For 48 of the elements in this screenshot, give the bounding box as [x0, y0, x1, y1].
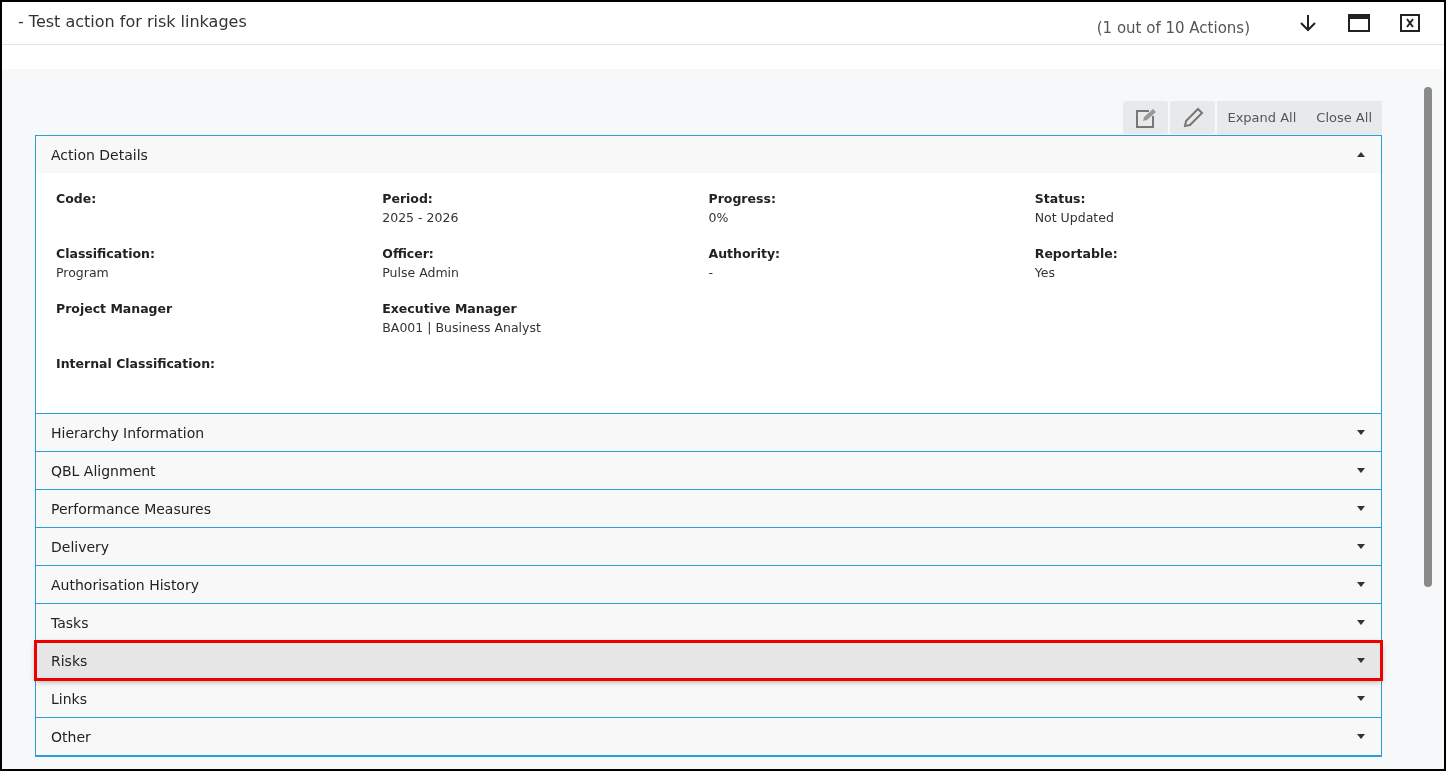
pencil-icon [1181, 106, 1204, 129]
field-label: Authority: [708, 245, 782, 263]
field-label: Code: [56, 190, 98, 208]
field-value: Pulse Admin [382, 264, 460, 282]
field-value: 0% [708, 209, 730, 227]
close-icon[interactable] [1400, 14, 1420, 32]
maximize-icon[interactable] [1348, 14, 1370, 32]
section-header[interactable]: Other [36, 718, 1381, 755]
field-value: BA001 | Business Analyst [382, 319, 542, 337]
caret-down-icon [1357, 544, 1365, 549]
window-title: - Test action for risk linkages [18, 11, 248, 31]
field-label: Period: [382, 190, 434, 208]
section-header[interactable]: Delivery [36, 528, 1381, 565]
section-header[interactable]: Performance Measures [36, 490, 1381, 527]
field-label: Executive Manager [382, 300, 518, 318]
field-value: 2025 - 2026 [382, 209, 460, 227]
edit-icon-button[interactable] [1123, 101, 1169, 134]
field-value: Not Updated [1034, 209, 1115, 227]
section-header[interactable]: Tasks [36, 604, 1381, 641]
record-counter: (1 out of 10 Actions) [1096, 19, 1250, 37]
section-header[interactable]: Links [36, 680, 1381, 717]
field-label: Classification: [56, 245, 156, 263]
section-header[interactable]: Authorisation History [36, 566, 1381, 603]
caret-down-icon [1357, 468, 1365, 473]
section-header[interactable]: Action Details [36, 136, 1381, 173]
field-value: Program [56, 264, 110, 282]
pencil-icon-button[interactable] [1170, 101, 1216, 134]
field-value: - [708, 264, 714, 282]
caret-down-icon [1357, 582, 1365, 587]
field-label: Status: [1034, 190, 1087, 208]
section-header[interactable]: Risks [36, 642, 1381, 679]
caret-down-icon [1357, 658, 1365, 663]
field-label: Progress: [708, 190, 777, 208]
caret-down-icon [1357, 506, 1365, 511]
caret-down-icon [1357, 430, 1365, 435]
section-header[interactable]: QBL Alignment [36, 452, 1381, 489]
field-value: Yes [1034, 264, 1056, 282]
caret-down-icon [1357, 696, 1365, 701]
field-label: Internal Classification: [56, 355, 217, 373]
field-label: Project Manager [56, 300, 174, 318]
caret-down-icon [1357, 620, 1365, 625]
caret-down-icon [1357, 734, 1365, 739]
edit-icon [1134, 107, 1157, 128]
section-header[interactable]: Hierarchy Information [36, 414, 1381, 451]
field-label: Reportable: [1034, 245, 1119, 263]
down-arrow-icon[interactable] [1298, 13, 1318, 33]
field-label: Officer: [382, 245, 435, 263]
caret-up-icon [1357, 152, 1365, 157]
